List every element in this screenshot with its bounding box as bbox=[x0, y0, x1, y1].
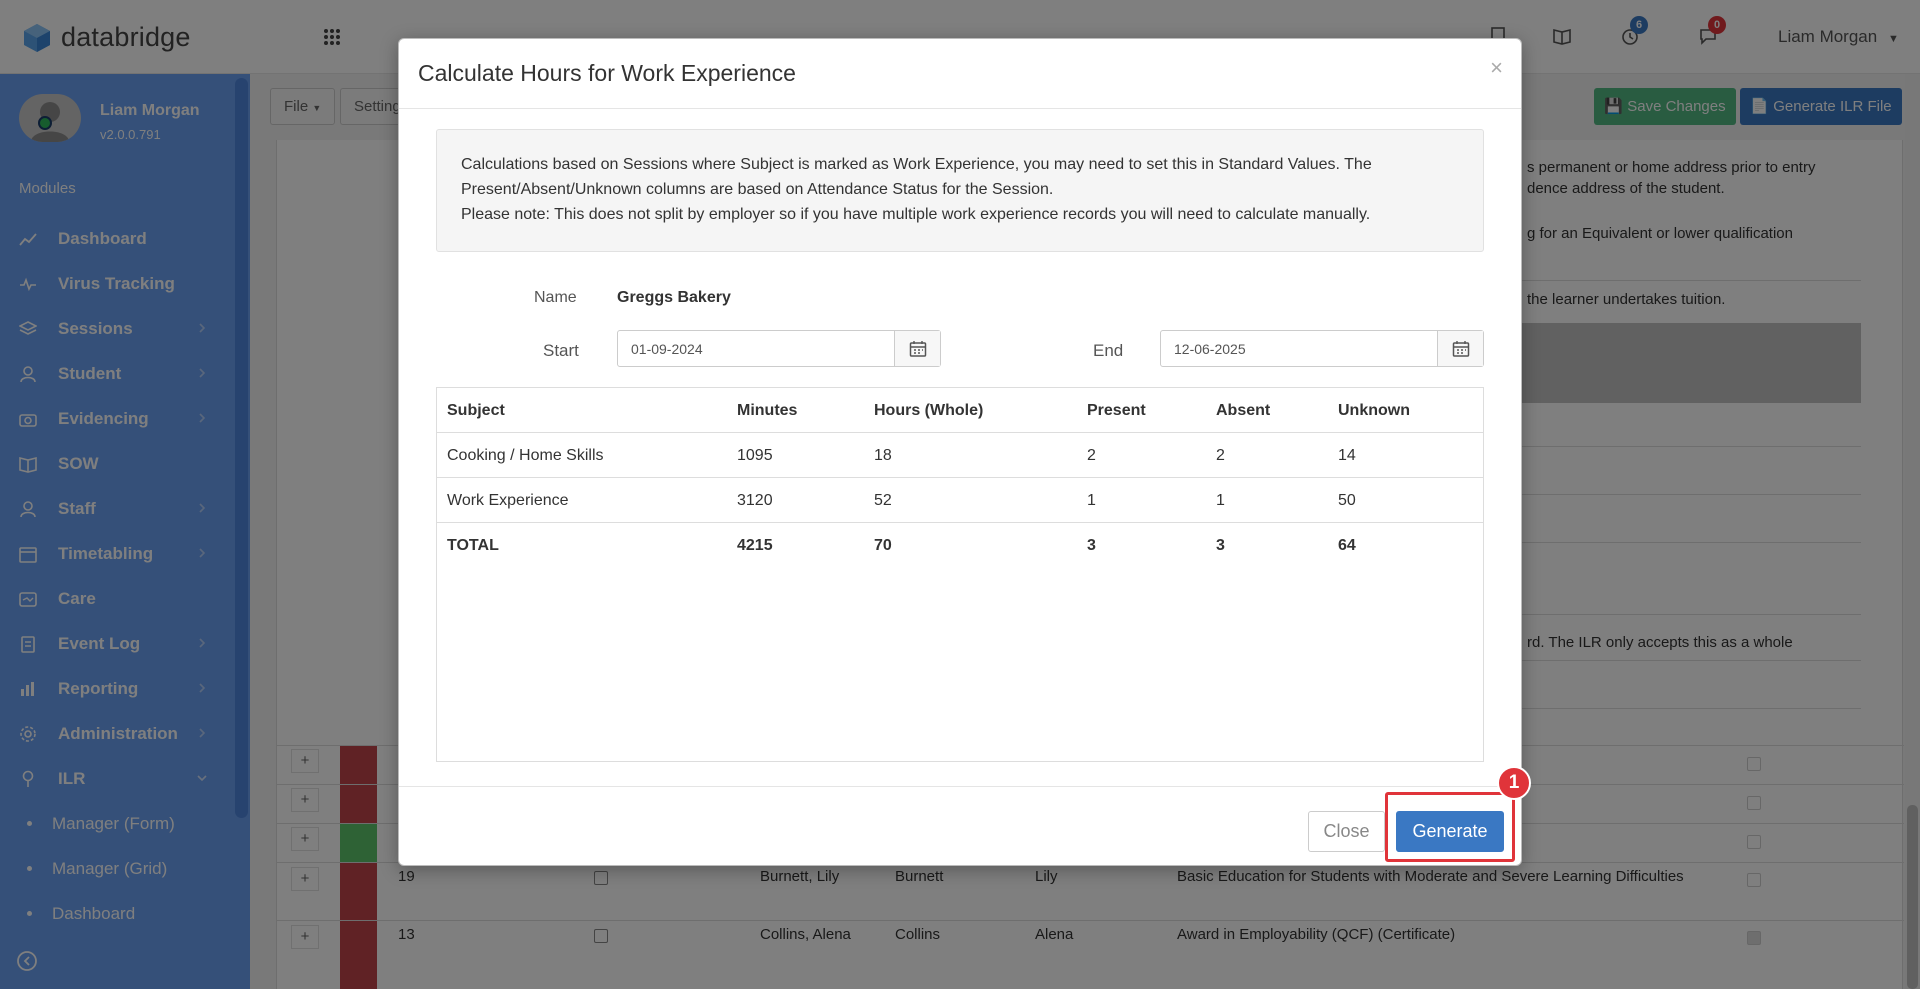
cell-subject: Work Experience bbox=[447, 492, 569, 509]
end-date-field[interactable]: 12-06-2025 bbox=[1160, 330, 1484, 367]
step-number-badge: 1 bbox=[1497, 766, 1531, 800]
total-absent: 3 bbox=[1216, 537, 1225, 554]
column-header-present: Present bbox=[1087, 402, 1146, 419]
end-date-picker-button[interactable] bbox=[1437, 331, 1483, 366]
cell-unknown: 14 bbox=[1338, 447, 1356, 464]
start-date-field[interactable]: 01-09-2024 bbox=[617, 330, 941, 367]
table-header-row: Subject Minutes Hours (Whole) Present Ab… bbox=[437, 388, 1483, 433]
total-unknown: 64 bbox=[1338, 537, 1356, 554]
table-row: Work Experience 3120 52 1 1 50 bbox=[437, 478, 1483, 523]
cell-absent: 1 bbox=[1216, 492, 1225, 509]
start-label: Start bbox=[543, 341, 579, 360]
modal-footer: Close Generate bbox=[399, 786, 1521, 867]
cell-absent: 2 bbox=[1216, 447, 1225, 464]
column-header-subject: Subject bbox=[447, 402, 505, 419]
cell-subject: Cooking / Home Skills bbox=[447, 447, 604, 464]
total-present: 3 bbox=[1087, 537, 1096, 554]
cell-hours: 18 bbox=[874, 447, 892, 464]
calendar-icon bbox=[1452, 340, 1469, 357]
step-highlight-box bbox=[1385, 792, 1515, 862]
start-date-value: 01-09-2024 bbox=[631, 341, 703, 357]
cell-unknown: 50 bbox=[1338, 492, 1356, 509]
end-label: End bbox=[1093, 341, 1124, 360]
cell-minutes: 3120 bbox=[737, 492, 773, 509]
hours-table: Subject Minutes Hours (Whole) Present Ab… bbox=[436, 387, 1484, 762]
close-button[interactable]: Close bbox=[1308, 811, 1385, 852]
column-header-minutes: Minutes bbox=[737, 402, 798, 419]
table-total-row: TOTAL 4215 70 3 3 64 bbox=[437, 523, 1483, 568]
cell-present: 2 bbox=[1087, 447, 1096, 464]
cell-minutes: 1095 bbox=[737, 447, 773, 464]
column-header-hours: Hours (Whole) bbox=[874, 402, 984, 419]
info-box: Calculations based on Sessions where Sub… bbox=[436, 129, 1484, 252]
calendar-icon bbox=[909, 340, 926, 357]
end-date-value: 12-06-2025 bbox=[1174, 341, 1246, 357]
employer-name: Greggs Bakery bbox=[617, 289, 731, 306]
column-header-unknown: Unknown bbox=[1338, 402, 1410, 419]
start-date-picker-button[interactable] bbox=[894, 331, 940, 366]
cell-present: 1 bbox=[1087, 492, 1096, 509]
close-icon[interactable]: × bbox=[1490, 55, 1503, 81]
work-experience-hours-modal: Calculate Hours for Work Experience × Ca… bbox=[398, 38, 1522, 866]
info-line: Present/Absent/Unknown columns are based… bbox=[461, 181, 1054, 198]
name-label: Name bbox=[534, 289, 577, 306]
modal-title: Calculate Hours for Work Experience bbox=[418, 60, 796, 86]
total-minutes: 4215 bbox=[737, 537, 773, 554]
column-header-absent: Absent bbox=[1216, 402, 1271, 419]
info-line: Please note: This does not split by empl… bbox=[461, 206, 1371, 223]
table-row: Cooking / Home Skills 1095 18 2 2 14 bbox=[437, 433, 1483, 478]
modal-header: Calculate Hours for Work Experience × bbox=[399, 39, 1521, 109]
total-label: TOTAL bbox=[447, 537, 499, 554]
cell-hours: 52 bbox=[874, 492, 892, 509]
info-line: Calculations based on Sessions where Sub… bbox=[461, 156, 1372, 173]
total-hours: 70 bbox=[874, 537, 892, 554]
